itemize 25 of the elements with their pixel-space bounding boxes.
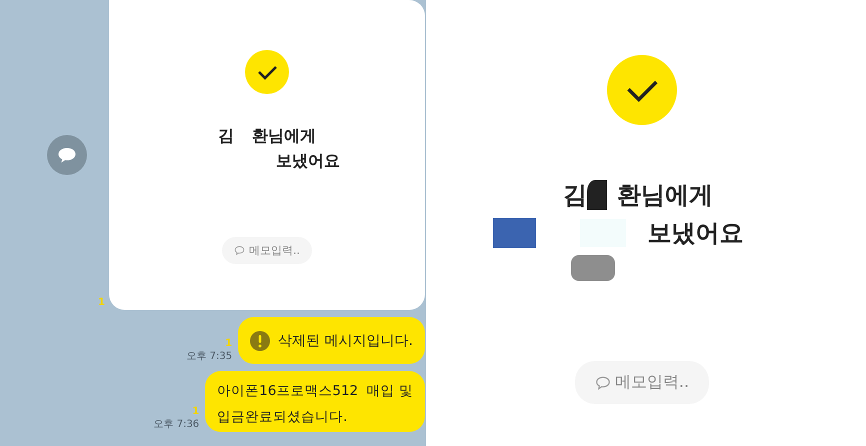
- message-text: 삭제된 메시지입니다.: [278, 332, 413, 350]
- read-count: 1: [192, 406, 200, 417]
- message-time: 오후 7:36: [154, 418, 200, 431]
- check-icon: [244, 50, 289, 94]
- read-count: 1: [98, 297, 105, 308]
- message-text: 아이폰16프로맥스512 매입 및: [217, 382, 413, 400]
- redaction-mark: [571, 255, 615, 281]
- detail-subtitle: 보냈어요: [648, 218, 744, 249]
- detail-title: 환님에게: [617, 180, 713, 211]
- card-title: 환님에게: [252, 126, 316, 147]
- chat-bubble-icon: [47, 135, 87, 175]
- speech-bubble-icon: [594, 374, 611, 390]
- check-icon: [607, 55, 677, 125]
- memo-button[interactable]: 메모입력..: [222, 237, 312, 264]
- redaction-mark: [587, 180, 607, 210]
- memo-button[interactable]: 메모입력..: [574, 361, 710, 404]
- message-text: 입금완료되셨습니다.: [217, 408, 348, 426]
- message-time: 오후 7:35: [186, 350, 232, 363]
- speech-bubble-icon: [234, 245, 245, 256]
- recipient-name: 김: [563, 180, 587, 211]
- read-count: 1: [225, 338, 232, 349]
- recipient-name: 김: [218, 126, 234, 147]
- redaction-mark: [492, 218, 536, 248]
- card-subtitle: 보냈어요: [276, 151, 340, 172]
- warning-icon: [250, 330, 270, 350]
